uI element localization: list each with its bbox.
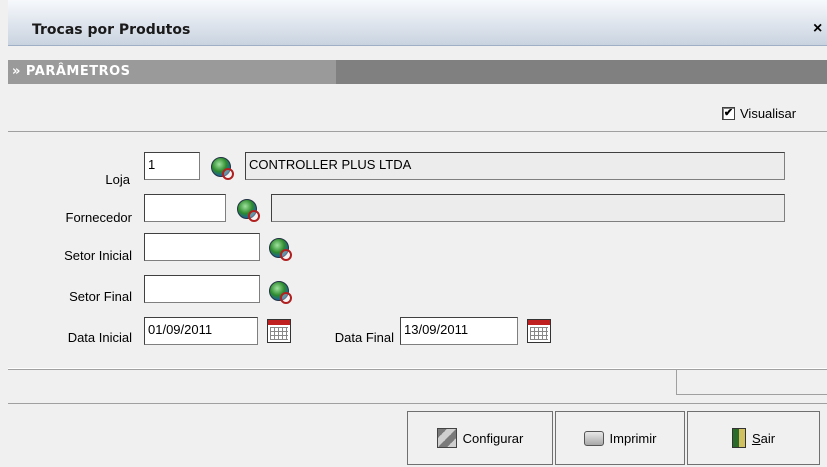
configure-icon [436,428,457,448]
loja-input[interactable]: 1 [144,152,200,180]
data-final-calendar-icon[interactable] [527,319,551,343]
setor-inicial-input[interactable] [144,233,260,261]
close-icon[interactable]: × [813,20,827,38]
data-final-input[interactable]: 13/09/2011 [400,317,518,345]
setor-final-label: Setor Final [69,289,132,304]
setor-inicial-search-icon[interactable] [269,238,292,261]
loja-search-icon[interactable] [211,157,234,180]
fornecedor-name-field [271,194,785,222]
configurar-button[interactable]: Configurar [407,411,553,465]
fornecedor-label: Fornecedor [65,210,132,225]
fornecedor-input[interactable] [144,194,226,222]
exit-door-icon [731,428,746,448]
setor-inicial-label: Setor Inicial [64,248,132,263]
title-bar: Trocas por Produtos × [8,0,827,46]
sair-label: Sair [751,430,776,446]
data-inicial-label: Data Inicial [67,330,132,345]
configurar-label: Configurar [462,430,524,446]
checkbox-box[interactable]: ✔ [722,107,735,120]
fornecedor-search-icon[interactable] [237,199,260,222]
visualizar-checkbox[interactable]: ✔ Visualisar [722,106,796,121]
visualizar-label: Visualisar [740,106,797,121]
imprimir-label: Imprimir [609,430,657,446]
window-title: Trocas por Produtos [32,22,191,38]
status-field [676,369,827,395]
setor-final-input[interactable] [144,275,260,303]
setor-final-search-icon[interactable] [269,281,292,304]
loja-name-field: CONTROLLER PLUS LTDA [245,152,785,180]
data-final-label: Data Final [334,330,394,345]
sair-button[interactable]: Sair [687,411,820,465]
printer-icon [583,430,604,446]
loja-label: Loja [105,172,130,187]
imprimir-button[interactable]: Imprimir [555,411,685,465]
section-label: » PARÂMETROS [12,64,131,79]
data-inicial-input[interactable]: 01/09/2011 [144,317,258,345]
section-header: » PARÂMETROS [8,60,827,84]
data-inicial-calendar-icon[interactable] [267,319,291,343]
